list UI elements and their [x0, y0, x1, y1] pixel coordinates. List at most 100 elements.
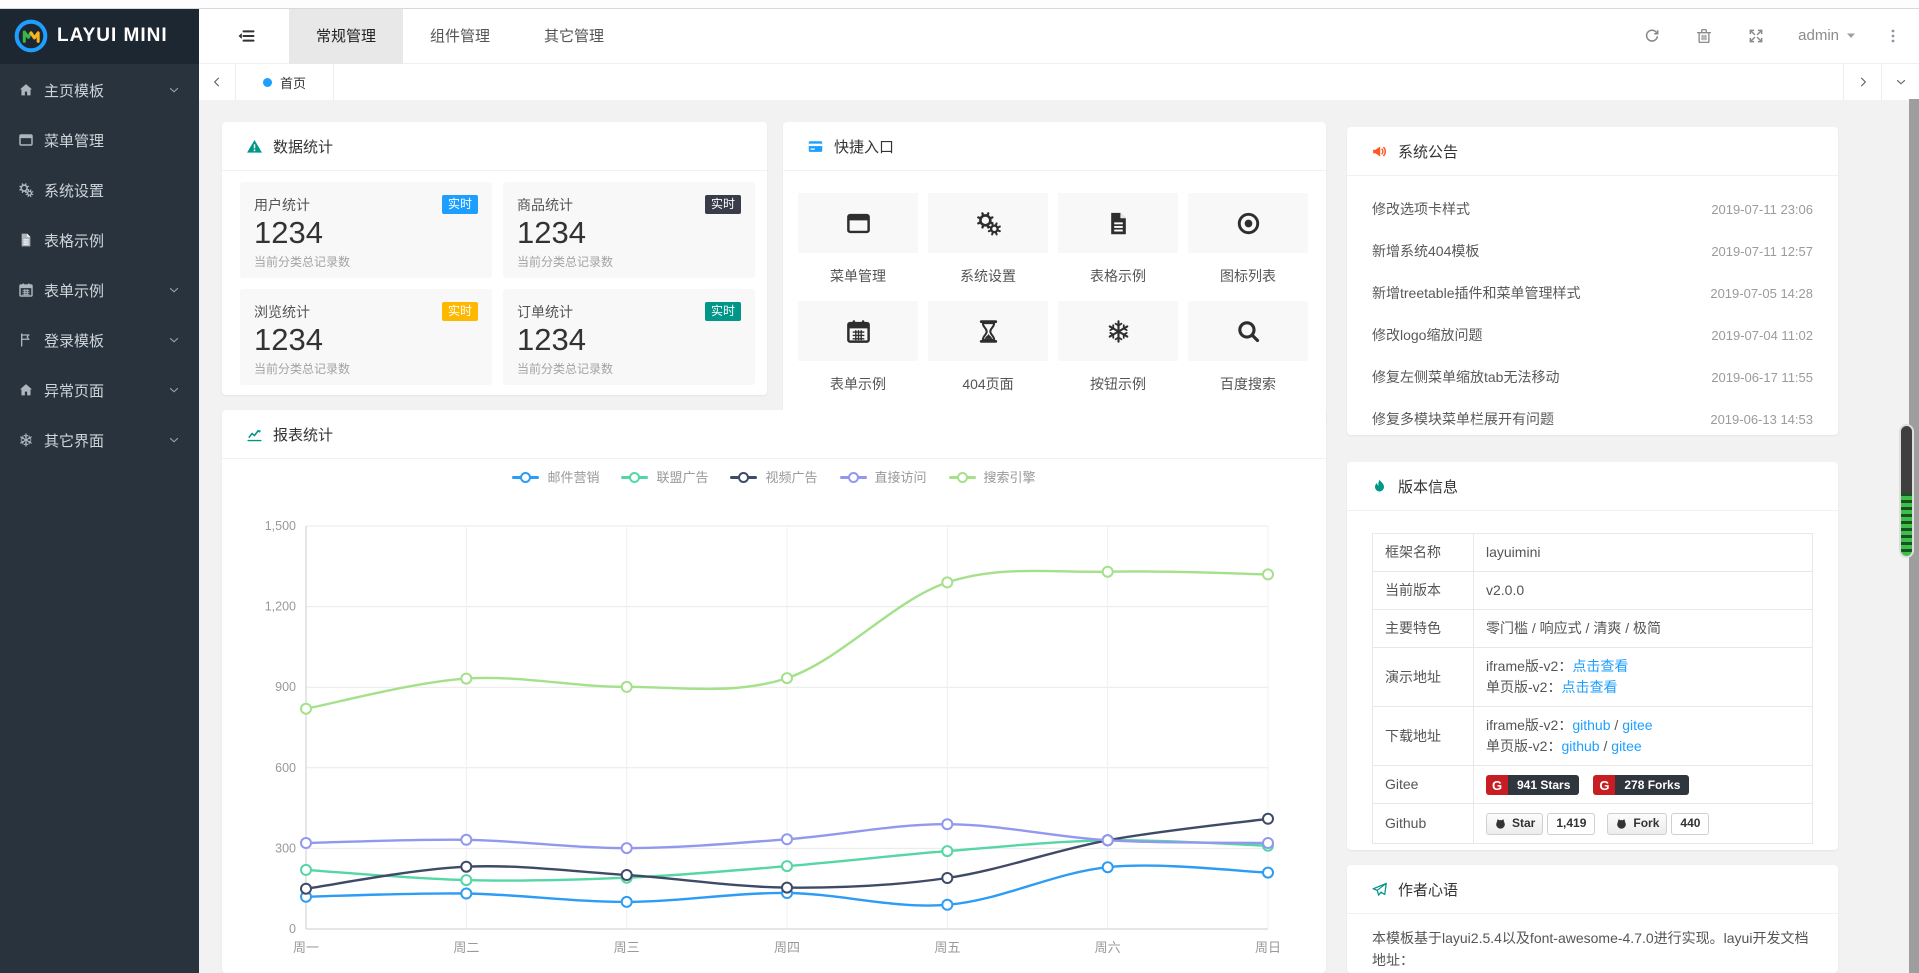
trash-icon [1695, 27, 1713, 45]
module-tab-2[interactable]: 组件管理 [403, 8, 517, 64]
tabs-dropdown-button[interactable] [1881, 64, 1919, 100]
gitee-badge[interactable]: G278 Forks [1593, 775, 1689, 795]
header-actions: admin [1626, 8, 1919, 64]
legend-item-联盟广告[interactable]: 联盟广告 [621, 467, 708, 486]
app-title: LAYUI MINI [57, 25, 168, 47]
sidebar-item-3[interactable]: 系统设置 [0, 165, 199, 215]
version-row-label: 框架名称 [1373, 534, 1474, 572]
sidebar-item-label: 主页模板 [44, 80, 104, 101]
version-row-label: 当前版本 [1373, 572, 1474, 610]
window-top-edge [0, 0, 1919, 9]
tab-home-label: 首页 [280, 73, 306, 92]
paper-plane-icon [1371, 881, 1388, 898]
version-value: 零门槛 / 响应式 / 清爽 / 极简 [1486, 620, 1661, 636]
quick-entry-label: 系统设置 [928, 266, 1048, 286]
window-icon [18, 132, 34, 148]
stat-card: 用户统计 1234 当前分类总记录数 实时 [240, 182, 492, 278]
announcement-date: 2019-07-05 14:28 [1710, 286, 1813, 301]
announcement-text: 新增treetable插件和菜单管理样式 [1372, 283, 1580, 303]
sidebar-item-2[interactable]: 菜单管理 [0, 115, 199, 165]
gitee-badge-label: 941 Stars [1508, 775, 1579, 795]
tabs-scroll-left-button[interactable] [199, 64, 236, 100]
stat-caption: 当前分类总记录数 [254, 253, 478, 270]
sidebar-item-5[interactable]: 表单示例 [0, 265, 199, 315]
version-row: 演示地址iframe版-v2：点击查看单页版-v2：点击查看 [1373, 648, 1813, 707]
caret-down-icon [1845, 30, 1857, 42]
announcement-text: 新增系统404模板 [1372, 241, 1479, 261]
realtime-badge: 实时 [705, 195, 741, 214]
realtime-badge: 实时 [705, 302, 741, 321]
module-tab-3[interactable]: 其它管理 [517, 8, 631, 64]
quick-entry-box [1188, 301, 1308, 361]
quick-entry-菜单管理[interactable]: 菜单管理 [798, 193, 918, 286]
search-icon [1235, 318, 1262, 345]
quick-entry-404页面[interactable]: 404页面 [928, 301, 1048, 394]
version-line: 单页版-v2：点击查看 [1486, 677, 1800, 698]
sidebar-item-7[interactable]: 异常页面 [0, 365, 199, 415]
sidebar-item-4[interactable]: 表格示例 [0, 215, 199, 265]
github-fork-count[interactable]: 440 [1671, 813, 1709, 835]
gitee-badge[interactable]: G941 Stars [1486, 775, 1579, 795]
username: admin [1798, 27, 1839, 44]
chart-title: 报表统计 [273, 424, 333, 445]
quick-entry-系统设置[interactable]: 系统设置 [928, 193, 1048, 286]
version-row: 框架名称layuimini [1373, 534, 1813, 572]
author-title: 作者心语 [1398, 879, 1458, 900]
fullscreen-button[interactable] [1730, 8, 1782, 64]
legend-item-视频广告[interactable]: 视频广告 [730, 467, 817, 486]
sidebar-item-1[interactable]: 主页模板 [0, 65, 199, 115]
module-tab-1[interactable]: 常规管理 [289, 8, 403, 64]
github-star-button[interactable]: Star [1486, 813, 1543, 835]
refresh-button[interactable] [1626, 8, 1678, 64]
announcements-list: 修改选项卡样式 2019-07-11 23:06新增系统404模板 2019-0… [1347, 176, 1838, 435]
version-row-label: 下载地址 [1373, 707, 1474, 766]
announcements-card: 系统公告 修改选项卡样式 2019-07-11 23:06新增系统404模板 2… [1347, 127, 1838, 435]
version-line: iframe版-v2：github / gitee [1486, 715, 1800, 736]
calendar-icon [845, 318, 872, 345]
quick-entry-按钮示例[interactable]: 按钮示例 [1058, 301, 1178, 394]
stat-card: 订单统计 1234 当前分类总记录数 实时 [503, 289, 755, 385]
announcement-text: 修改选项卡样式 [1372, 199, 1470, 219]
version-link[interactable]: 点击查看 [1572, 658, 1628, 674]
quick-entry-label: 图标列表 [1188, 266, 1308, 286]
more-menu-button[interactable] [1873, 8, 1913, 64]
sidebar-collapse-button[interactable] [221, 8, 271, 64]
legend-marker [512, 471, 539, 483]
github-star-count[interactable]: 1,419 [1547, 813, 1595, 835]
user-menu[interactable]: admin [1782, 8, 1873, 64]
announcement-text: 修复左侧菜单缩放tab无法移动 [1372, 367, 1559, 387]
version-link[interactable]: github [1561, 738, 1599, 754]
sidebar-item-8[interactable]: 其它界面 [0, 415, 199, 465]
svg-text:1,200: 1,200 [265, 600, 296, 614]
logo: LAYUI MINI [0, 0, 199, 64]
version-link[interactable]: github [1572, 717, 1610, 733]
quick-entry-表单示例[interactable]: 表单示例 [798, 301, 918, 394]
sidebar-item-6[interactable]: 登录模板 [0, 315, 199, 365]
quick-entry-图标列表[interactable]: 图标列表 [1188, 193, 1308, 286]
chevron-down-icon [1894, 75, 1908, 89]
version-card: 版本信息 框架名称layuimini当前版本v2.0.0主要特色零门槛 / 响应… [1347, 462, 1838, 850]
github-fork-button[interactable]: Fork [1607, 813, 1667, 835]
announcements-title: 系统公告 [1398, 141, 1458, 162]
snowflake-icon [18, 432, 34, 448]
quick-grid: 菜单管理 系统设置 表格示例 图标列表 表单示例 404页面 按钮示例 百度搜索 [783, 171, 1326, 394]
realtime-badge: 实时 [442, 195, 478, 214]
tab-home[interactable]: 首页 [236, 64, 334, 100]
legend-item-搜索引擎[interactable]: 搜索引擎 [949, 467, 1036, 486]
version-row: 主要特色零门槛 / 响应式 / 清爽 / 极简 [1373, 610, 1813, 648]
announcement-row: 修改logo缩放问题 2019-07-04 11:02 [1372, 314, 1813, 356]
legend-item-邮件营销[interactable]: 邮件营销 [512, 467, 599, 486]
sidebar-item-label: 系统设置 [44, 180, 104, 201]
version-link[interactable]: 点击查看 [1561, 679, 1617, 695]
clear-cache-button[interactable] [1678, 8, 1730, 64]
github-icon [1494, 817, 1507, 830]
version-link[interactable]: gitee [1622, 717, 1652, 733]
legend-label: 邮件营销 [547, 467, 599, 486]
quick-entry-表格示例[interactable]: 表格示例 [1058, 193, 1178, 286]
tabs-scroll-right-button[interactable] [1843, 64, 1881, 100]
scrollbar-thumb[interactable] [1899, 424, 1914, 558]
version-header: 版本信息 [1347, 462, 1838, 511]
quick-entry-百度搜索[interactable]: 百度搜索 [1188, 301, 1308, 394]
legend-item-直接访问[interactable]: 直接访问 [840, 467, 927, 486]
version-link[interactable]: gitee [1611, 738, 1641, 754]
